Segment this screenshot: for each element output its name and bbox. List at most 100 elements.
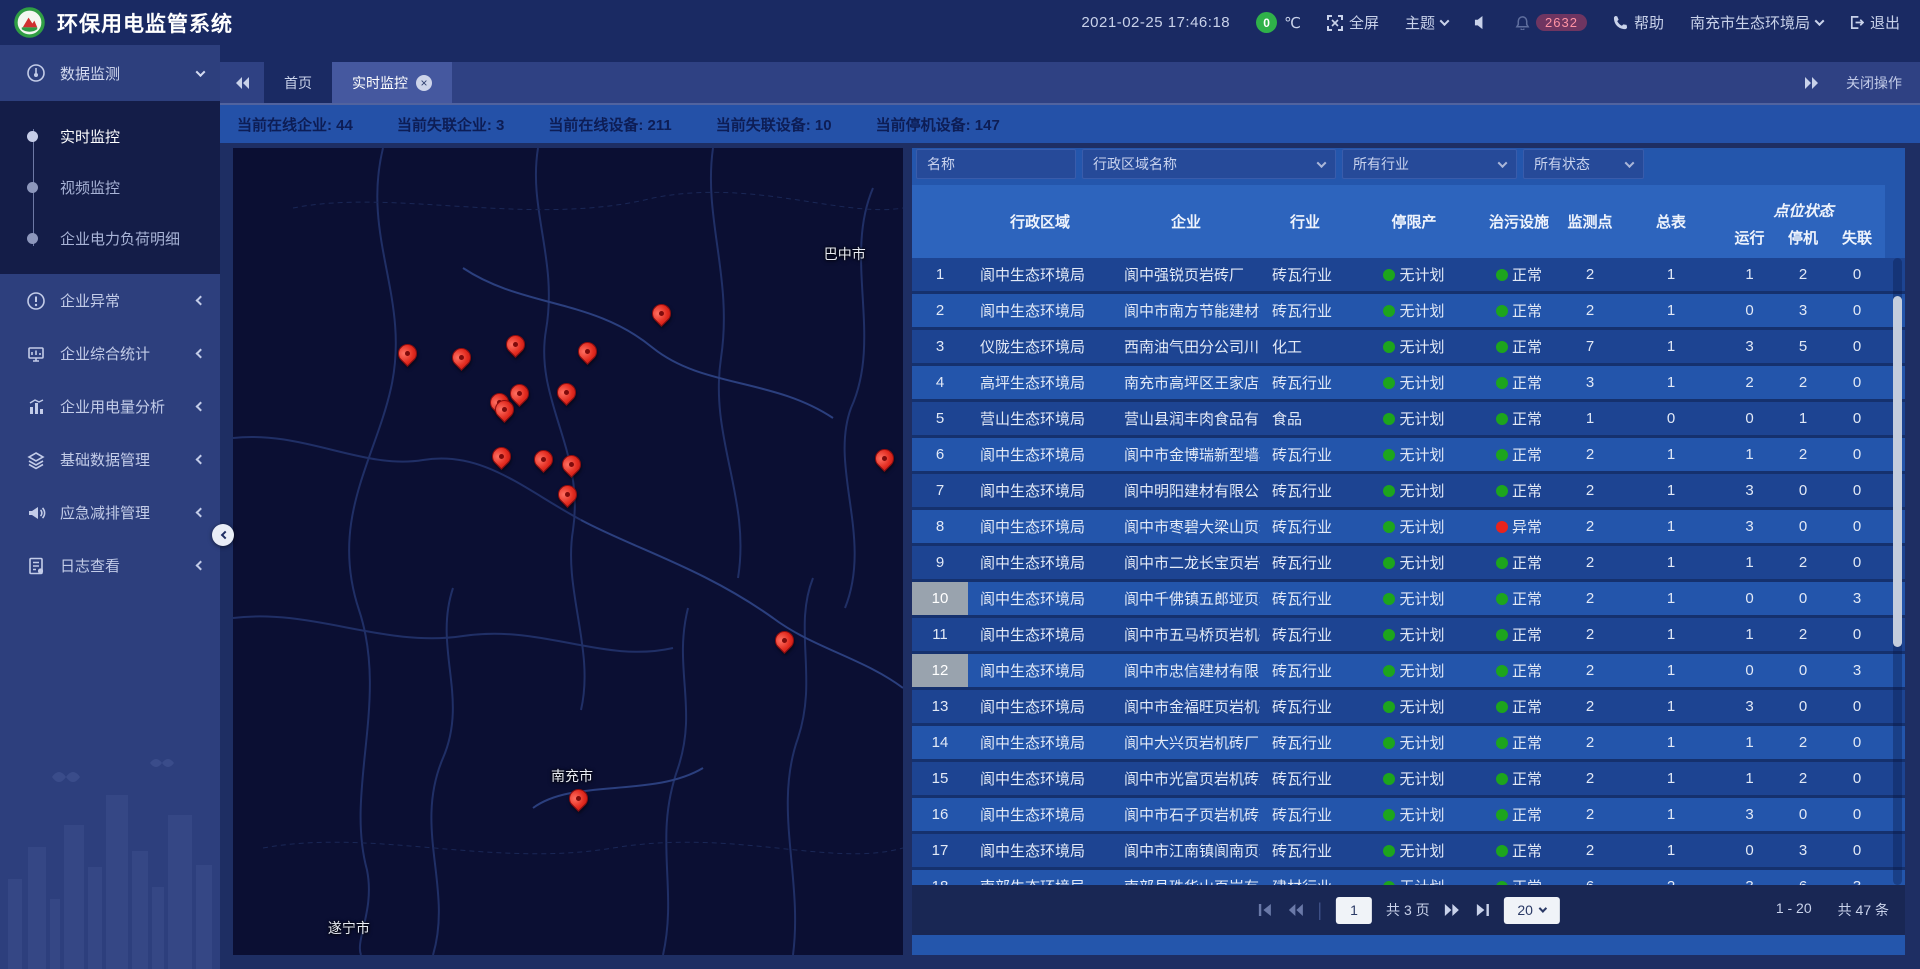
cell-run: 3: [1722, 474, 1777, 507]
cell-facility: 正常: [1478, 618, 1560, 651]
cell-points: 2: [1560, 834, 1620, 867]
limit-status-label: 无计划: [1399, 732, 1444, 753]
first-page-button[interactable]: [1257, 903, 1272, 917]
table-row[interactable]: 8阆中生态环境局阆中市枣碧大梁山页岩砖瓦行业无计划异常21300: [912, 510, 1905, 546]
chart-icon: [26, 397, 46, 417]
sidebar-subitem-label: 实时监控: [60, 126, 120, 147]
gauge-icon: [26, 63, 46, 83]
table-row[interactable]: 16阆中生态环境局阆中市石子页岩机砖厂砖瓦行业无计划正常21300: [912, 798, 1905, 834]
cell-run: 1: [1722, 762, 1777, 795]
sidebar-item-label: 基础数据管理: [60, 449, 183, 470]
table-row[interactable]: 10阆中生态环境局阆中千佛镇五郎垭页岩砖瓦行业无计划正常21003: [912, 582, 1905, 618]
sidebar-item-5[interactable]: 应急减排管理: [0, 486, 220, 539]
name-search-input[interactable]: [916, 149, 1076, 179]
cell-stop: 0: [1777, 654, 1829, 687]
table-row[interactable]: 5营山生态环境局营山县润丰肉食品有限食品无计划正常10010: [912, 402, 1905, 438]
temperature: 0 ℃: [1256, 12, 1301, 33]
cell-industry: 砖瓦行业: [1260, 690, 1350, 723]
tab-bar: 首页 实时监控 × 关闭操作: [220, 62, 1920, 105]
cell-meters: 1: [1620, 690, 1722, 723]
sidebar-item-2[interactable]: 企业综合统计: [0, 327, 220, 380]
limit-status-label: 无计划: [1399, 804, 1444, 825]
sidebar-item-0[interactable]: 数据监测: [0, 45, 220, 101]
current-page-input[interactable]: 1: [1336, 897, 1372, 924]
table-row[interactable]: 15阆中生态环境局阆中市光富页岩机砖厂砖瓦行业无计划正常21120: [912, 762, 1905, 798]
status-dot-icon: [1496, 413, 1508, 425]
table-row[interactable]: 3仪陇生态环境局西南油气田分公司川中化工无计划正常71350: [912, 330, 1905, 366]
mute-button[interactable]: [1474, 15, 1489, 30]
table-header: 行政区域 企业 行业 停限产 治污设施 监测点 总表 点位状态 运行 停机 失联: [912, 185, 1885, 258]
table-scrollbar[interactable]: [1893, 258, 1902, 885]
close-operations-button[interactable]: 关闭操作: [1846, 73, 1902, 93]
map-collapse-handle[interactable]: [212, 524, 234, 546]
page-size-select[interactable]: 20: [1504, 897, 1560, 924]
tab-home[interactable]: 首页: [264, 62, 332, 103]
temperature-unit: ℃: [1284, 14, 1301, 32]
next-page-button[interactable]: [1444, 903, 1461, 917]
notifications[interactable]: 2632: [1515, 14, 1587, 31]
table-row[interactable]: 13阆中生态环境局阆中市金福旺页岩机砖砖瓦行业无计划正常21300: [912, 690, 1905, 726]
status-select[interactable]: 所有状态: [1523, 149, 1644, 179]
map-panel[interactable]: 巴中市南充市遂宁市: [233, 148, 903, 955]
cell-limit: 无计划: [1350, 726, 1478, 759]
table-row[interactable]: 12阆中生态环境局阆中市忠信建材有限公砖瓦行业无计划正常21003: [912, 654, 1905, 690]
cell-points: 2: [1560, 438, 1620, 471]
table-row[interactable]: 11阆中生态环境局阆中市五马桥页岩机砖砖瓦行业无计划正常21120: [912, 618, 1905, 654]
cell-points: 1: [1560, 402, 1620, 435]
status-dot-icon: [1496, 269, 1508, 281]
last-page-button[interactable]: [1475, 903, 1490, 917]
table-row[interactable]: 4高坪生态环境局南充市高坪区王家店建砖瓦行业无计划正常31220: [912, 366, 1905, 402]
region-select[interactable]: 行政区域名称: [1082, 149, 1336, 179]
cell-region: 阆中生态环境局: [968, 510, 1112, 543]
tab-close-icon[interactable]: ×: [416, 75, 432, 91]
cell-index: 1: [912, 258, 968, 291]
cell-limit: 无计划: [1350, 510, 1478, 543]
fullscreen-button[interactable]: 全屏: [1327, 12, 1379, 33]
facility-status-label: 正常: [1512, 444, 1542, 465]
megaphone-icon: [26, 503, 46, 523]
logout-icon: [1849, 15, 1864, 30]
theme-dropdown[interactable]: 主题: [1405, 12, 1448, 33]
table-row[interactable]: 6阆中生态环境局阆中市金博瑞新型墙材砖瓦行业无计划正常21120: [912, 438, 1905, 474]
logout-button[interactable]: 退出: [1849, 12, 1900, 33]
bullet-dot-icon: [27, 182, 38, 193]
sidebar-subitem-0-1[interactable]: 视频监控: [0, 162, 220, 213]
table-row[interactable]: 9阆中生态环境局阆中市二龙长宝页岩砖砖瓦行业无计划正常21120: [912, 546, 1905, 582]
tabs-scroll-left-button[interactable]: [220, 62, 264, 103]
status-dot-icon: [1383, 305, 1395, 317]
double-arrow-right-icon[interactable]: [1804, 76, 1820, 90]
scrollbar-thumb[interactable]: [1893, 296, 1902, 647]
cell-limit: 无计划: [1350, 366, 1478, 399]
limit-status-label: 无计划: [1399, 660, 1444, 681]
sidebar-item-6[interactable]: 日志查看: [0, 539, 220, 592]
cell-facility: 正常: [1478, 366, 1560, 399]
sidebar-subitem-0-2[interactable]: 企业电力负荷明细: [0, 213, 220, 264]
tab-realtime-monitor[interactable]: 实时监控 ×: [332, 62, 452, 103]
industry-select[interactable]: 所有行业: [1342, 149, 1517, 179]
cell-index: 9: [912, 546, 968, 579]
limit-status-label: 无计划: [1399, 444, 1444, 465]
sidebar-item-3[interactable]: 企业用电量分析: [0, 380, 220, 433]
table-row[interactable]: 2阆中生态环境局阆中市南方节能建材有砖瓦行业无计划正常21030: [912, 294, 1905, 330]
sidebar-item-4[interactable]: 基础数据管理: [0, 433, 220, 486]
table-row[interactable]: 14阆中生态环境局阆中大兴页岩机砖厂砖瓦行业无计划正常21120: [912, 726, 1905, 762]
cell-lost: 0: [1829, 366, 1885, 399]
prev-page-button[interactable]: [1286, 903, 1303, 917]
status-dot-icon: [1383, 557, 1395, 569]
table-row[interactable]: 7阆中生态环境局阆中明阳建材有限公司砖瓦行业无计划正常21300: [912, 474, 1905, 510]
help-button[interactable]: 帮助: [1613, 12, 1664, 33]
cell-facility: 异常: [1478, 510, 1560, 543]
fullscreen-icon: [1327, 15, 1343, 31]
facility-status-label: 正常: [1512, 372, 1542, 393]
table-row[interactable]: 1阆中生态环境局阆中强锐页岩砖厂砖瓦行业无计划正常21120: [912, 258, 1905, 294]
cell-limit: 无计划: [1350, 798, 1478, 831]
sidebar-subitem-0-0[interactable]: 实时监控: [0, 111, 220, 162]
sidebar-item-1[interactable]: 企业异常: [0, 274, 220, 327]
org-dropdown[interactable]: 南充市生态环境局: [1690, 12, 1823, 33]
table-row[interactable]: 17阆中生态环境局阆中市江南镇阆南页岩砖瓦行业无计划正常21030: [912, 834, 1905, 870]
cell-region: 阆中生态环境局: [968, 582, 1112, 615]
status-dot-icon: [1383, 665, 1395, 677]
cell-points: 7: [1560, 330, 1620, 363]
cell-facility: 正常: [1478, 654, 1560, 687]
table-row[interactable]: 18南部生态环境局南部县珠华山页岩有限公建材行业无计划正常62363: [912, 870, 1905, 885]
